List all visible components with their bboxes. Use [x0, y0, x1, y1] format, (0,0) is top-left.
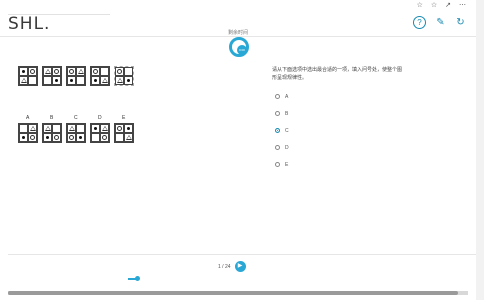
answer-option-c[interactable]: C: [275, 122, 289, 139]
browser-toolbar: ☆ ☆ ↗ ⋯: [0, 0, 484, 10]
answer-option-b[interactable]: B: [275, 105, 289, 122]
favorites-list-icon[interactable]: ☆: [431, 1, 437, 9]
footer-divider: [8, 254, 476, 255]
option-figure-e: E: [114, 115, 134, 143]
option-figure-b: B: [42, 115, 62, 143]
more-icon[interactable]: ⋯: [459, 1, 466, 9]
refresh-icon[interactable]: ↻: [455, 17, 466, 28]
sequence-figure: [18, 66, 38, 86]
answer-label: D: [285, 144, 289, 151]
timer-value: 0:00: [237, 45, 247, 55]
radio-button[interactable]: [275, 94, 280, 99]
option-figure-label: D: [98, 115, 102, 121]
shl-logo: SHL.: [8, 14, 51, 34]
progress-slider-thumb[interactable]: [135, 276, 140, 281]
option-figure-label: A: [26, 115, 30, 121]
option-figure-c: C: [66, 115, 86, 143]
question-text: 请从下面选项中选出最合适的一项，填入问号处，使整个图形呈现规律性。: [272, 67, 403, 81]
sequence-figure: [90, 66, 110, 86]
header-actions: ? ✎ ↻: [413, 16, 466, 29]
pager: 1 / 24 ▶: [218, 261, 246, 272]
missing-figure: [114, 66, 134, 86]
favorite-icon[interactable]: ☆: [417, 1, 423, 9]
answer-option-e[interactable]: E: [275, 156, 289, 173]
option-figure-label: B: [50, 115, 54, 121]
sequence-figure: [66, 66, 86, 86]
option-figure-label: E: [122, 115, 126, 121]
edit-icon[interactable]: ✎: [435, 17, 446, 28]
radio-button[interactable]: [275, 145, 280, 150]
answer-label: A: [285, 93, 289, 100]
timer-ring: 0:00: [229, 37, 249, 57]
help-icon[interactable]: ?: [413, 16, 426, 29]
answer-option-d[interactable]: D: [275, 139, 289, 156]
vertical-scrollbar[interactable]: [476, 0, 484, 300]
option-figures: A B C D E: [18, 115, 134, 143]
radio-button[interactable]: [275, 162, 280, 167]
answer-label: B: [285, 110, 289, 117]
option-figure-d: D: [90, 115, 110, 143]
answer-option-a[interactable]: A: [275, 88, 289, 105]
browser-icons: ☆ ☆ ↗ ⋯: [417, 1, 466, 9]
answer-options: A B C D E: [275, 88, 289, 173]
next-button[interactable]: ▶: [234, 261, 246, 272]
page-indicator: 1 / 24: [218, 263, 231, 270]
option-figure-a: A: [18, 115, 38, 143]
radio-button[interactable]: [275, 111, 280, 116]
figure-sequence: [18, 66, 134, 86]
sequence-figure: [42, 66, 62, 86]
horizontal-scrollbar-thumb[interactable]: [8, 291, 458, 295]
answer-label: C: [285, 127, 289, 134]
answer-label: E: [285, 161, 289, 168]
option-figure-label: C: [74, 115, 78, 121]
radio-button-selected[interactable]: [275, 128, 280, 133]
timer-label: 剩余时间: [228, 30, 249, 36]
share-icon[interactable]: ↗: [445, 1, 451, 9]
